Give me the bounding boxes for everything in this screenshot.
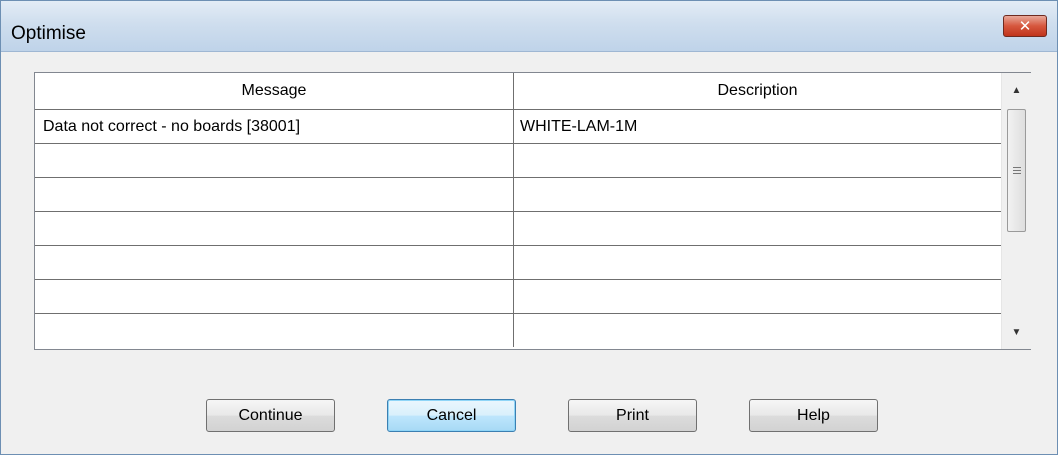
description-cell[interactable] [514, 314, 1001, 347]
table-row[interactable] [35, 280, 1001, 314]
grid-header: Message Description [35, 73, 1001, 110]
close-button[interactable]: ✕ [1003, 15, 1047, 37]
description-cell[interactable] [514, 280, 1001, 313]
grip-icon [1012, 167, 1021, 174]
table-row[interactable] [35, 212, 1001, 246]
table-row[interactable] [35, 144, 1001, 178]
table-row[interactable] [35, 314, 1001, 347]
description-cell[interactable]: WHITE-LAM-1M [514, 110, 1001, 143]
column-header-message[interactable]: Message [35, 73, 514, 109]
message-cell[interactable] [35, 314, 514, 347]
description-cell[interactable] [514, 178, 1001, 211]
help-button[interactable]: Help [749, 399, 878, 432]
print-button[interactable]: Print [568, 399, 697, 432]
optimise-dialog: Optimise ✕ Message Description Data not … [0, 0, 1058, 455]
table-row[interactable]: Data not correct - no boards [38001] WHI… [35, 110, 1001, 144]
title-bar: Optimise ✕ [1, 1, 1057, 52]
message-cell[interactable] [35, 144, 514, 177]
description-cell[interactable] [514, 212, 1001, 245]
scroll-down-arrow-icon[interactable]: ▼ [1002, 315, 1031, 349]
description-cell[interactable] [514, 246, 1001, 279]
column-header-description[interactable]: Description [514, 73, 1001, 109]
message-cell[interactable] [35, 246, 514, 279]
message-cell[interactable]: Data not correct - no boards [38001] [35, 110, 514, 143]
close-icon: ✕ [1018, 16, 1032, 35]
window-title: Optimise [11, 23, 86, 44]
message-cell[interactable] [35, 280, 514, 313]
scrollbar-thumb[interactable] [1007, 109, 1026, 232]
table-row[interactable] [35, 178, 1001, 212]
cancel-button[interactable]: Cancel [387, 399, 516, 432]
table-row[interactable] [35, 246, 1001, 280]
message-grid[interactable]: Message Description Data not correct - n… [34, 72, 1031, 350]
vertical-scrollbar[interactable]: ▲ ▼ [1001, 73, 1031, 349]
scroll-up-arrow-icon[interactable]: ▲ [1002, 73, 1031, 107]
message-cell[interactable] [35, 178, 514, 211]
description-cell[interactable] [514, 144, 1001, 177]
message-cell[interactable] [35, 212, 514, 245]
continue-button[interactable]: Continue [206, 399, 335, 432]
